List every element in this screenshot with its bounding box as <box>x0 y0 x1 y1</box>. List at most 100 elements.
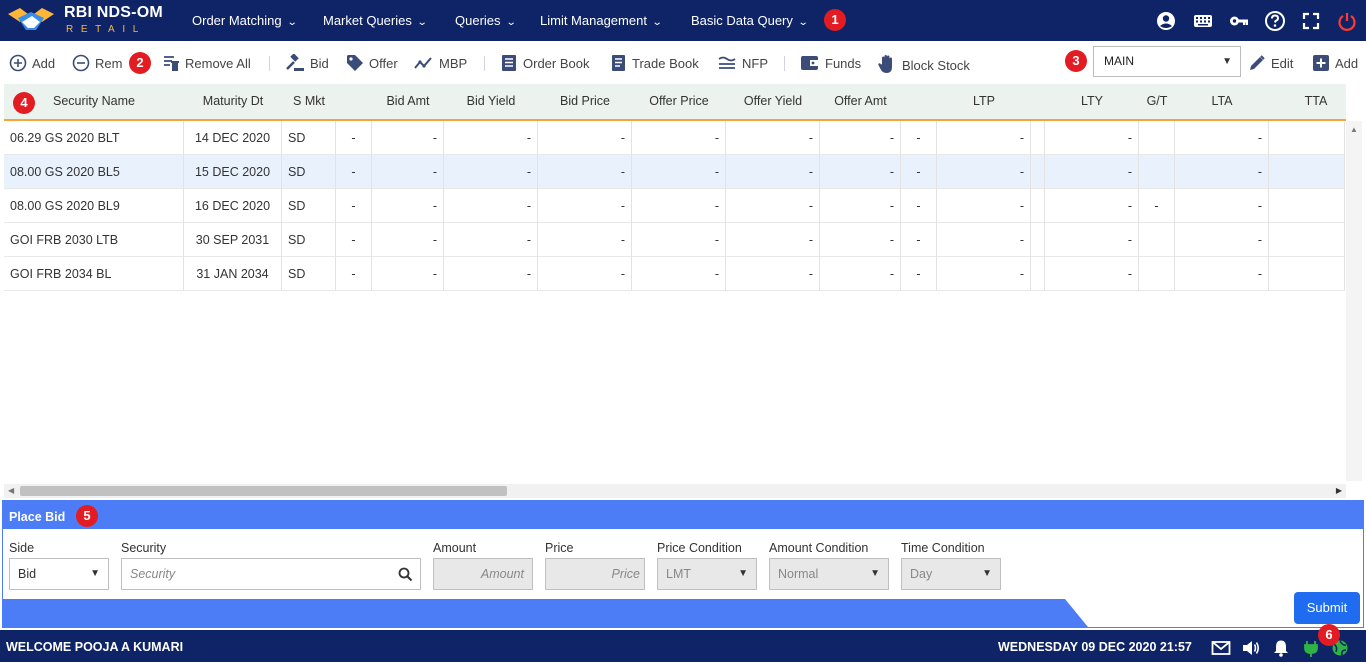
security-label: Security <box>121 541 167 555</box>
table-row[interactable]: GOI FRB 2034 BL 31 JAN 2034 SD - - - - - - - - - - - <box>4 257 1345 291</box>
spacer-cell <box>1269 223 1345 257</box>
help-icon[interactable] <box>1264 10 1286 32</box>
remove-button[interactable]: Rem <box>72 54 122 74</box>
value-cell: - <box>538 155 632 189</box>
add-watchlist-button[interactable]: Add <box>1312 54 1358 74</box>
value-cell: - <box>901 155 937 189</box>
order-book-button[interactable]: Order Book <box>500 54 589 74</box>
spacer-cell <box>1031 155 1045 189</box>
col-header-offer-yield[interactable]: Offer Yield <box>726 84 820 119</box>
col-header-offer-amt[interactable]: Offer Amt <box>820 84 901 119</box>
trade-book-button[interactable]: Trade Book <box>609 54 699 74</box>
value-cell: - <box>632 189 726 223</box>
time-condition-select[interactable]: Day ▼ <box>901 558 1001 590</box>
spacer-cell <box>1269 121 1345 155</box>
bid-button[interactable]: Bid <box>285 53 329 74</box>
menu-queries[interactable]: Queries ⌄ <box>455 0 516 41</box>
keyboard-icon[interactable] <box>1192 10 1214 32</box>
value-cell: - <box>444 121 538 155</box>
col-header-s-mkt[interactable]: S Mkt <box>282 84 336 119</box>
remove-all-button[interactable]: Remove All <box>162 54 251 74</box>
amount-label: Amount <box>433 541 477 555</box>
horizontal-scrollbar[interactable]: ◀ ▶ <box>4 484 1346 498</box>
funds-button[interactable]: Funds <box>800 54 861 74</box>
volume-icon[interactable] <box>1241 639 1261 657</box>
amount-condition-select[interactable]: Normal ▼ <box>769 558 889 590</box>
value-cell <box>1139 257 1175 291</box>
wallet-icon <box>801 56 818 70</box>
value-cell: - <box>538 189 632 223</box>
table-row[interactable]: GOI FRB 2030 LTB 30 SEP 2031 SD - - - - - - - - - - - <box>4 223 1345 257</box>
maturity-date-cell: 30 SEP 2031 <box>184 223 282 257</box>
value-cell: - <box>820 155 901 189</box>
spacer-cell <box>1031 189 1045 223</box>
value-cell: - <box>632 155 726 189</box>
col-header-ltp[interactable]: LTP <box>937 84 1031 119</box>
vertical-scrollbar[interactable]: ▲ <box>1346 121 1362 481</box>
maturity-date-cell: 15 DEC 2020 <box>184 155 282 189</box>
price-placeholder: Price <box>611 567 640 581</box>
key-icon[interactable] <box>1228 10 1250 32</box>
value-cell: - <box>937 155 1031 189</box>
submit-button[interactable]: Submit <box>1294 592 1360 624</box>
table-row[interactable]: 08.00 GS 2020 BL9 16 DEC 2020 SD - - - - - - - - - -… <box>4 189 1345 223</box>
menu-market-queries[interactable]: Market Queries ⌄ <box>323 0 428 41</box>
col-header-bid-amt[interactable]: Bid Amt <box>372 84 444 119</box>
block-stock-button[interactable]: Block Stock <box>877 54 970 74</box>
security-placeholder: Security <box>130 567 176 581</box>
col-header-lta[interactable]: LTA <box>1175 84 1269 119</box>
clear-list-icon <box>164 56 179 71</box>
brand-subtitle: RETAIL <box>66 24 146 35</box>
col-header-tta[interactable]: TTA <box>1269 84 1363 119</box>
mail-icon[interactable] <box>1211 639 1231 657</box>
trade-book-label: Trade Book <box>632 56 699 71</box>
add-watchlist-label: Add <box>1335 56 1359 71</box>
security-name-cell: GOI FRB 2034 BL <box>4 257 184 291</box>
menu-label: Order Matching <box>192 13 282 28</box>
value-cell: - <box>1175 155 1269 189</box>
horizontal-scroll-thumb[interactable] <box>20 486 507 496</box>
annotation-badge-1: 1 <box>824 9 846 31</box>
table-row[interactable]: 08.00 GS 2020 BL5 15 DEC 2020 SD - - - - - - - - - -… <box>4 155 1345 189</box>
market-watch-select[interactable]: MAIN ▼ <box>1093 46 1241 77</box>
col-header-bid-price[interactable]: Bid Price <box>538 84 632 119</box>
scroll-right-arrow-icon[interactable]: ▶ <box>1336 486 1342 495</box>
col-header-maturity-dt[interactable]: Maturity Dt <box>184 84 282 119</box>
handshake-logo-icon <box>8 8 54 30</box>
market-watch-select-value: MAIN <box>1104 54 1134 68</box>
add-button[interactable]: Add <box>9 54 55 74</box>
edit-button[interactable]: Edit <box>1248 54 1293 74</box>
col-header-bid-yield[interactable]: Bid Yield <box>444 84 538 119</box>
price-condition-select[interactable]: LMT ▼ <box>657 558 757 590</box>
price-input[interactable]: Price <box>545 558 645 590</box>
menu-order-matching[interactable]: Order Matching ⌄ <box>192 0 297 41</box>
notification-bell-icon[interactable] <box>1271 639 1291 657</box>
value-cell: - <box>1045 189 1139 223</box>
mbp-button[interactable]: MBP <box>414 54 467 74</box>
scroll-left-arrow-icon[interactable]: ◀ <box>8 486 14 495</box>
col-header-g-t[interactable]: G/T <box>1139 84 1175 119</box>
power-logout-icon[interactable] <box>1336 10 1358 32</box>
value-cell: - <box>726 257 820 291</box>
col-header-lty[interactable]: LTY <box>1045 84 1139 119</box>
value-cell: - <box>444 155 538 189</box>
menu-limit-management[interactable]: Limit Management ⌄ <box>540 0 663 41</box>
value-cell: - <box>1139 189 1175 223</box>
amount-input[interactable]: Amount <box>433 558 533 590</box>
value-cell: - <box>444 257 538 291</box>
menu-basic-data-query[interactable]: Basic Data Query ⌄ <box>691 0 809 41</box>
s-mkt-cell: SD <box>282 189 336 223</box>
value-cell: - <box>901 121 937 155</box>
side-select[interactable]: Bid ▼ <box>9 558 109 590</box>
offer-button[interactable]: Offer <box>346 54 398 74</box>
fullscreen-icon[interactable] <box>1300 10 1322 32</box>
nfp-button[interactable]: NFP <box>717 54 768 74</box>
gavel-icon <box>286 53 304 71</box>
security-input[interactable]: Security <box>121 558 421 590</box>
scroll-up-arrow-icon[interactable]: ▲ <box>1350 125 1358 134</box>
table-row[interactable]: 06.29 GS 2020 BLT 14 DEC 2020 SD - - - - - - - - - -… <box>4 121 1345 155</box>
value-cell: - <box>937 189 1031 223</box>
search-icon[interactable] <box>398 567 413 582</box>
col-header-offer-price[interactable]: Offer Price <box>632 84 726 119</box>
user-account-icon[interactable] <box>1155 10 1177 32</box>
